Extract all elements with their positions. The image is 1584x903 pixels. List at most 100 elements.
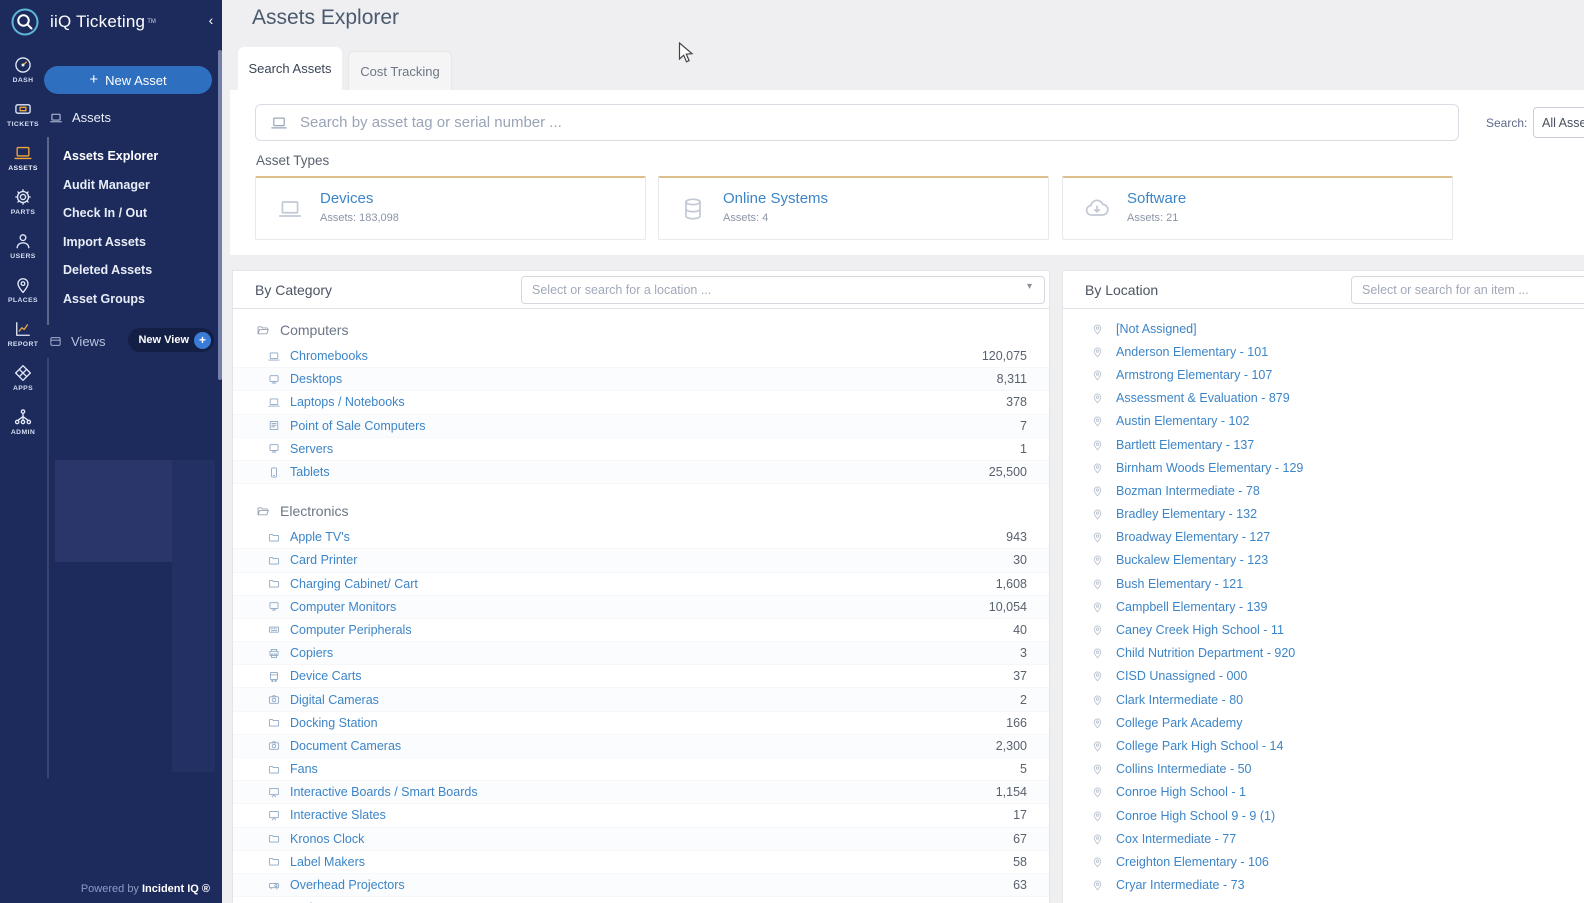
category-row-point-of-sale-computers[interactable]: Point of Sale Computers7 bbox=[233, 415, 1049, 438]
card-title[interactable]: Software bbox=[1127, 190, 1186, 207]
location-row-assessment-evaluation-879[interactable]: Assessment & Evaluation - 879 bbox=[1063, 387, 1584, 410]
asset-type-card-devices[interactable]: Devices Assets: 183,098 bbox=[255, 176, 646, 240]
category-link[interactable]: Point of Sale Computers bbox=[290, 419, 1011, 433]
location-link[interactable]: College Park Academy bbox=[1116, 716, 1242, 730]
category-link[interactable]: Desktops bbox=[290, 372, 988, 386]
category-row-charging-cabinet-cart[interactable]: Charging Cabinet/ Cart1,608 bbox=[233, 573, 1049, 596]
location-link[interactable]: CISD Unassigned - 000 bbox=[1116, 669, 1247, 683]
location-item-filter[interactable] bbox=[1351, 276, 1584, 304]
rail-item-dash[interactable]: DASH bbox=[0, 52, 46, 87]
rail-item-tickets[interactable]: TICKETS bbox=[0, 96, 46, 131]
location-link[interactable]: Conroe High School 9 - 9 (1) bbox=[1116, 809, 1275, 823]
category-row-kronos-clock[interactable]: Kronos Clock67 bbox=[233, 828, 1049, 851]
location-link[interactable]: Conroe High School - 1 bbox=[1116, 785, 1246, 799]
asset-type-card-online-systems[interactable]: Online Systems Assets: 4 bbox=[658, 176, 1049, 240]
category-row-document-cameras[interactable]: Document Cameras2,300 bbox=[233, 735, 1049, 758]
category-link[interactable]: Kronos Clock bbox=[290, 832, 1004, 846]
card-title[interactable]: Devices bbox=[320, 190, 373, 207]
category-link[interactable]: Servers bbox=[290, 442, 1011, 456]
category-row-apple-tv-s[interactable]: Apple TV's943 bbox=[233, 526, 1049, 549]
category-row-projectors[interactable]: Projectors2,302 bbox=[233, 897, 1049, 903]
location-link[interactable]: Bush Elementary - 121 bbox=[1116, 577, 1243, 591]
location-row-conroe-high-school-1[interactable]: Conroe High School - 1 bbox=[1063, 781, 1584, 804]
new-asset-button[interactable]: + New Asset bbox=[44, 66, 212, 94]
category-link[interactable]: Label Makers bbox=[290, 855, 1004, 869]
category-link[interactable]: Charging Cabinet/ Cart bbox=[290, 577, 987, 591]
category-link[interactable]: Card Printer bbox=[290, 553, 1004, 567]
category-row-label-makers[interactable]: Label Makers58 bbox=[233, 851, 1049, 874]
category-link[interactable]: Apple TV's bbox=[290, 530, 997, 544]
category-row-desktops[interactable]: Desktops8,311 bbox=[233, 368, 1049, 391]
location-link[interactable]: Assessment & Evaluation - 879 bbox=[1116, 391, 1290, 405]
location-link[interactable]: Bradley Elementary - 132 bbox=[1116, 507, 1257, 521]
category-row-interactive-boards-smart-boards[interactable]: Interactive Boards / Smart Boards1,154 bbox=[233, 781, 1049, 804]
sidebar-item-deleted-assets[interactable]: Deleted Assets bbox=[63, 256, 213, 285]
category-row-interactive-slates[interactable]: Interactive Slates17 bbox=[233, 804, 1049, 827]
sidebar-collapse-icon[interactable]: ‹ bbox=[204, 12, 218, 30]
card-title[interactable]: Online Systems bbox=[723, 190, 828, 207]
location-row-cox-intermediate-77[interactable]: Cox Intermediate - 77 bbox=[1063, 827, 1584, 850]
location-row-bradley-elementary-132[interactable]: Bradley Elementary - 132 bbox=[1063, 503, 1584, 526]
category-link[interactable]: Docking Station bbox=[290, 716, 997, 730]
location-link[interactable]: Austin Elementary - 102 bbox=[1116, 414, 1249, 428]
rail-item-admin[interactable]: ADMIN bbox=[0, 404, 46, 439]
location-row-buckalew-elementary-123[interactable]: Buckalew Elementary - 123 bbox=[1063, 549, 1584, 572]
category-row-copiers[interactable]: Copiers3 bbox=[233, 642, 1049, 665]
category-link[interactable]: Chromebooks bbox=[290, 349, 973, 363]
category-row-computer-monitors[interactable]: Computer Monitors10,054 bbox=[233, 596, 1049, 619]
category-link[interactable]: Digital Cameras bbox=[290, 693, 1011, 707]
sidebar-item-asset-groups[interactable]: Asset Groups bbox=[63, 285, 213, 314]
category-row-laptops-notebooks[interactable]: Laptops / Notebooks378 bbox=[233, 391, 1049, 414]
category-link[interactable]: Laptops / Notebooks bbox=[290, 395, 997, 409]
category-row-tablets[interactable]: Tablets25,500 bbox=[233, 461, 1049, 484]
category-link[interactable]: Computer Monitors bbox=[290, 600, 980, 614]
location-row-creighton-elementary-106[interactable]: Creighton Elementary - 106 bbox=[1063, 850, 1584, 873]
location-link[interactable]: Birnham Woods Elementary - 129 bbox=[1116, 461, 1303, 475]
location-link[interactable]: Caney Creek High School - 11 bbox=[1116, 623, 1284, 637]
location-link[interactable]: Bartlett Elementary - 137 bbox=[1116, 438, 1254, 452]
category-row-docking-station[interactable]: Docking Station166 bbox=[233, 712, 1049, 735]
tab-cost-tracking[interactable]: Cost Tracking bbox=[348, 51, 452, 90]
rail-item-assets[interactable]: ASSETS bbox=[0, 140, 46, 175]
category-row-device-carts[interactable]: Device Carts37 bbox=[233, 665, 1049, 688]
category-link[interactable]: Fans bbox=[290, 762, 1011, 776]
location-link[interactable]: Bozman Intermediate - 78 bbox=[1116, 484, 1260, 498]
rail-item-places[interactable]: PLACES bbox=[0, 272, 46, 307]
location-row-cisd-unassigned-000[interactable]: CISD Unassigned - 000 bbox=[1063, 665, 1584, 688]
location-link[interactable]: Buckalew Elementary - 123 bbox=[1116, 553, 1268, 567]
location-row-campbell-elementary-139[interactable]: Campbell Elementary - 139 bbox=[1063, 595, 1584, 618]
location-row-conroe-high-school-9-9-1[interactable]: Conroe High School 9 - 9 (1) bbox=[1063, 804, 1584, 827]
location-link[interactable]: Cox Intermediate - 77 bbox=[1116, 832, 1236, 846]
location-link[interactable]: Child Nutrition Department - 920 bbox=[1116, 646, 1295, 660]
location-row-clark-intermediate-80[interactable]: Clark Intermediate - 80 bbox=[1063, 688, 1584, 711]
location-row-broadway-elementary-127[interactable]: Broadway Elementary - 127 bbox=[1063, 526, 1584, 549]
new-view-button[interactable]: New View + bbox=[128, 328, 214, 352]
location-link[interactable]: [Not Assigned] bbox=[1116, 322, 1197, 336]
location-link[interactable]: Broadway Elementary - 127 bbox=[1116, 530, 1270, 544]
location-row-birnham-woods-elementary-129[interactable]: Birnham Woods Elementary - 129 bbox=[1063, 456, 1584, 479]
location-link[interactable]: Creighton Elementary - 106 bbox=[1116, 855, 1269, 869]
location-row-anderson-elementary-101[interactable]: Anderson Elementary - 101 bbox=[1063, 340, 1584, 363]
location-row-caney-creek-high-school-11[interactable]: Caney Creek High School - 11 bbox=[1063, 618, 1584, 641]
category-row-overhead-projectors[interactable]: Overhead Projectors63 bbox=[233, 874, 1049, 897]
asset-search-input[interactable] bbox=[300, 114, 1446, 131]
sidebar-item-audit-manager[interactable]: Audit Manager bbox=[63, 171, 213, 200]
location-row-child-nutrition-department-920[interactable]: Child Nutrition Department - 920 bbox=[1063, 642, 1584, 665]
category-row-fans[interactable]: Fans5 bbox=[233, 758, 1049, 781]
location-row-not-assigned[interactable]: [Not Assigned] bbox=[1063, 317, 1584, 340]
category-row-card-printer[interactable]: Card Printer30 bbox=[233, 549, 1049, 572]
category-row-servers[interactable]: Servers1 bbox=[233, 438, 1049, 461]
location-row-armstrong-elementary-107[interactable]: Armstrong Elementary - 107 bbox=[1063, 363, 1584, 386]
rail-item-apps[interactable]: APPS bbox=[0, 360, 46, 395]
location-row-bartlett-elementary-137[interactable]: Bartlett Elementary - 137 bbox=[1063, 433, 1584, 456]
location-row-bozman-intermediate-78[interactable]: Bozman Intermediate - 78 bbox=[1063, 479, 1584, 502]
location-link[interactable]: Armstrong Elementary - 107 bbox=[1116, 368, 1272, 382]
tab-search-assets[interactable]: Search Assets bbox=[238, 47, 342, 90]
sidebar-item-assets-explorer[interactable]: Assets Explorer bbox=[63, 142, 213, 171]
category-link[interactable]: Computer Peripherals bbox=[290, 623, 1004, 637]
location-row-austin-elementary-102[interactable]: Austin Elementary - 102 bbox=[1063, 410, 1584, 433]
location-link[interactable]: Campbell Elementary - 139 bbox=[1116, 600, 1267, 614]
location-link[interactable]: Anderson Elementary - 101 bbox=[1116, 345, 1268, 359]
category-link[interactable]: Interactive Slates bbox=[290, 808, 1004, 822]
location-link[interactable]: Clark Intermediate - 80 bbox=[1116, 693, 1243, 707]
